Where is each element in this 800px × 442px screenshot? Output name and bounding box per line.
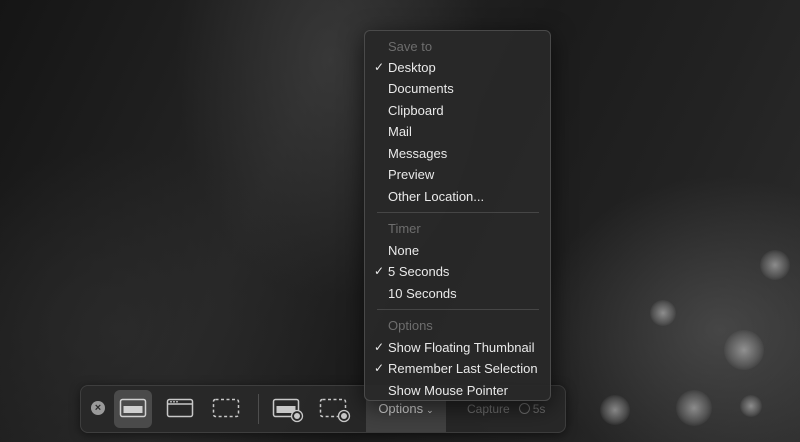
menu-item-remember-last-selection[interactable]: ✓ Remember Last Selection xyxy=(365,358,550,379)
bokeh-light xyxy=(650,300,676,326)
bokeh-light xyxy=(600,395,630,425)
capture-label: Capture xyxy=(467,402,510,416)
options-menu: Save to ✓ Desktop Documents Clipboard Ma… xyxy=(364,30,551,401)
capture-timer-value: 5s xyxy=(532,402,546,416)
menu-header-save-to: Save to xyxy=(388,39,433,54)
capture-selected-window-button[interactable] xyxy=(161,390,199,428)
bokeh-light xyxy=(740,395,762,417)
menu-header-timer: Timer xyxy=(388,221,421,236)
close-icon[interactable]: × xyxy=(91,401,105,415)
menu-divider xyxy=(377,309,539,310)
capture-selected-portion-button[interactable] xyxy=(207,390,245,428)
menu-item-preview[interactable]: Preview xyxy=(365,164,550,185)
menu-divider xyxy=(377,212,539,213)
screen-icon xyxy=(119,398,147,418)
timer-icon xyxy=(518,403,530,414)
checkmark-icon: ✓ xyxy=(374,361,385,375)
bokeh-light xyxy=(760,250,790,280)
options-label: Options xyxy=(378,401,424,416)
menu-item-show-mouse-pointer[interactable]: Show Mouse Pointer xyxy=(365,380,550,401)
capture-entire-screen-button[interactable] xyxy=(114,390,152,428)
checkmark-icon: ✓ xyxy=(374,264,385,278)
menu-item-documents[interactable]: Documents xyxy=(365,78,550,99)
chevron-down-icon: ⌄ xyxy=(426,405,434,415)
menu-item-timer-10-seconds[interactable]: 10 Seconds xyxy=(365,283,550,304)
menu-item-timer-5-seconds[interactable]: ✓ 5 Seconds xyxy=(365,261,550,282)
selection-record-icon xyxy=(319,398,351,423)
menu-item-timer-none[interactable]: None xyxy=(365,240,550,261)
window-icon xyxy=(166,398,194,418)
menu-item-messages[interactable]: Messages xyxy=(365,143,550,164)
menu-item-mail[interactable]: Mail xyxy=(365,121,550,142)
record-selected-portion-button[interactable] xyxy=(314,390,352,428)
toolbar-divider xyxy=(258,394,259,424)
selection-icon xyxy=(212,398,240,418)
screen-record-icon xyxy=(272,398,304,423)
checkmark-icon: ✓ xyxy=(374,60,385,74)
menu-header-options: Options xyxy=(388,318,433,333)
record-entire-screen-button[interactable] xyxy=(267,390,305,428)
menu-item-other-location[interactable]: Other Location... xyxy=(365,186,550,207)
menu-item-desktop[interactable]: ✓ Desktop xyxy=(365,57,550,78)
bokeh-light xyxy=(676,390,712,426)
menu-item-show-floating-thumbnail[interactable]: ✓ Show Floating Thumbnail xyxy=(365,337,550,358)
menu-item-clipboard[interactable]: Clipboard xyxy=(365,100,550,121)
bokeh-light xyxy=(724,330,764,370)
checkmark-icon: ✓ xyxy=(374,340,385,354)
